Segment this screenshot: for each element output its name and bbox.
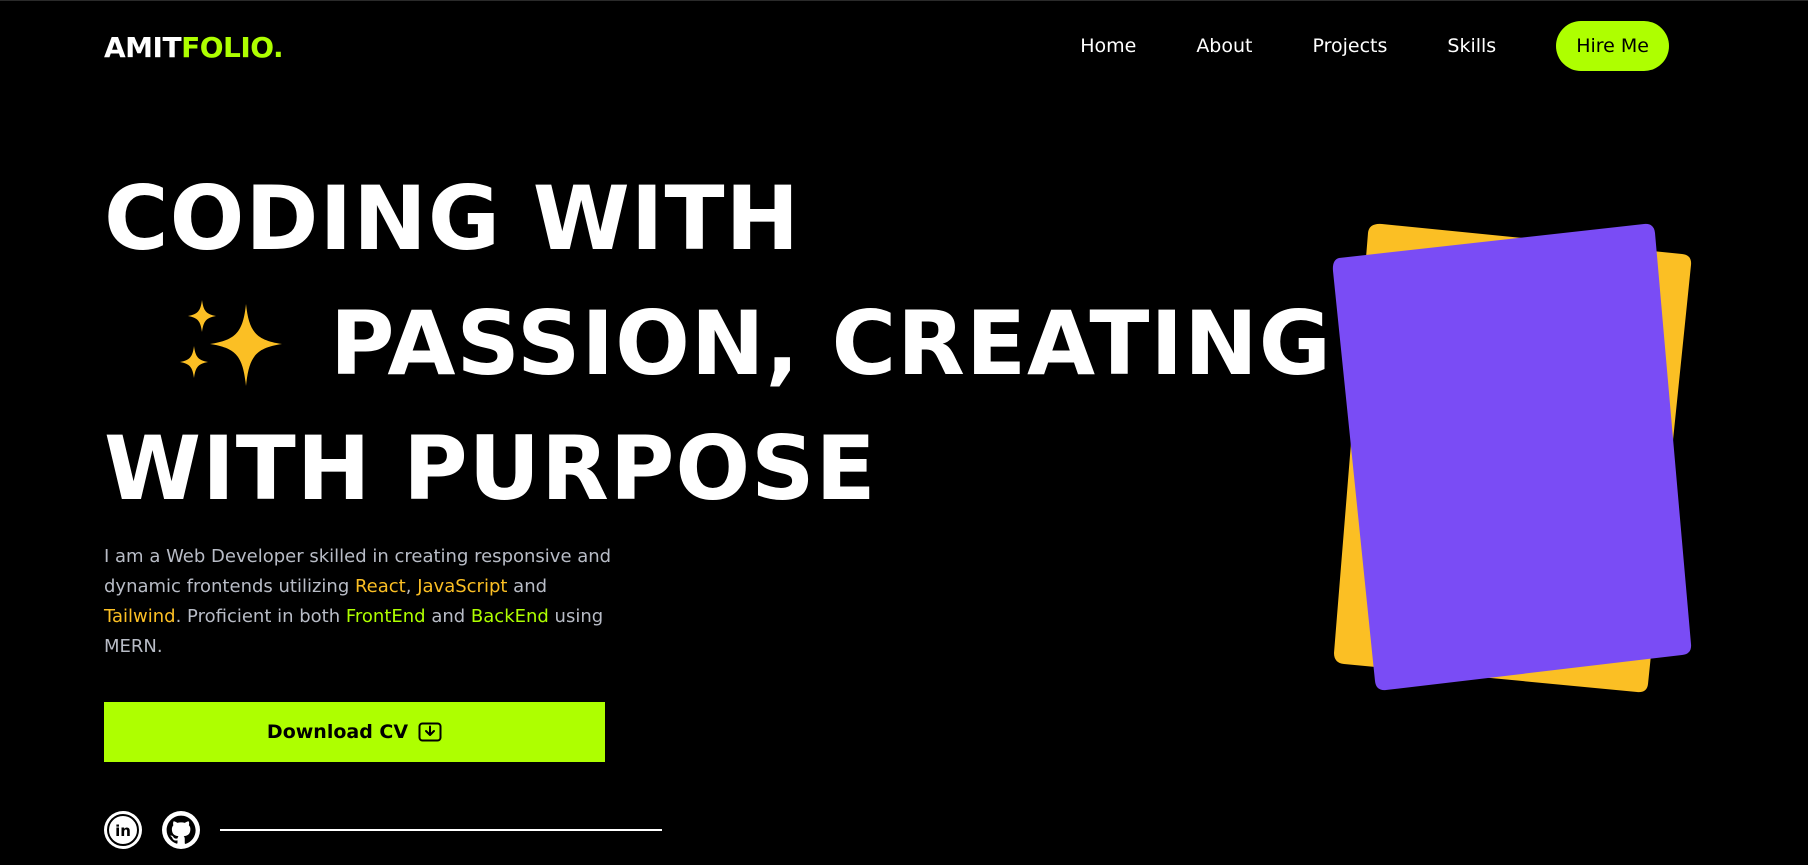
github-glyph-icon <box>166 815 196 844</box>
linkedin-glyph-icon: in <box>107 814 139 846</box>
logo[interactable]: AMITFOLIO. <box>104 31 284 65</box>
linkedin-label: in <box>115 822 131 840</box>
nav-projects[interactable]: Projects <box>1313 35 1388 57</box>
intro-description: I am a Web Developer skilled in creating… <box>104 542 624 662</box>
hero-title-line-3: WITH PURPOSE <box>104 417 877 520</box>
desc-react: React <box>354 576 406 597</box>
hero-title-line-1: CODING WITH <box>104 167 801 270</box>
sparkles-icon <box>180 300 282 386</box>
download-cv-label: Download CV <box>266 721 409 743</box>
social-links: in <box>104 811 662 849</box>
download-icon <box>418 722 442 742</box>
desc-backend: BackEnd <box>470 606 549 627</box>
desc-and-1: and <box>507 576 548 597</box>
hire-me-button[interactable]: Hire Me <box>1556 21 1669 71</box>
github-icon[interactable] <box>162 811 200 849</box>
linkedin-icon[interactable]: in <box>104 811 142 849</box>
logo-main: AMIT <box>104 31 182 64</box>
nav-home[interactable]: Home <box>1080 35 1136 57</box>
hero-title-line-2-text: PASSION, CREATING <box>330 292 1332 395</box>
nav-about[interactable]: About <box>1196 35 1252 57</box>
desc-comma: , <box>405 576 418 597</box>
hero-title-line-2: PASSION, CREATING <box>178 294 1332 394</box>
logo-accent: FOLIO. <box>181 31 284 64</box>
social-divider <box>220 829 662 831</box>
page: AMITFOLIO. Home About Projects Skills Hi… <box>0 0 1808 865</box>
desc-tailwind: Tailwind <box>104 606 176 627</box>
desc-text-2: . Proficient in both <box>175 606 346 627</box>
hero-card-illustration <box>1332 223 1692 693</box>
download-cv-button[interactable]: Download CV <box>104 702 605 762</box>
desc-javascript: JavaScript <box>417 576 508 597</box>
purple-card <box>1332 223 1692 691</box>
desc-and-2: and <box>425 606 471 627</box>
main-nav: Home About Projects Skills Hire Me <box>1080 21 1669 71</box>
desc-frontend: FrontEnd <box>345 606 426 627</box>
nav-skills[interactable]: Skills <box>1447 35 1496 57</box>
